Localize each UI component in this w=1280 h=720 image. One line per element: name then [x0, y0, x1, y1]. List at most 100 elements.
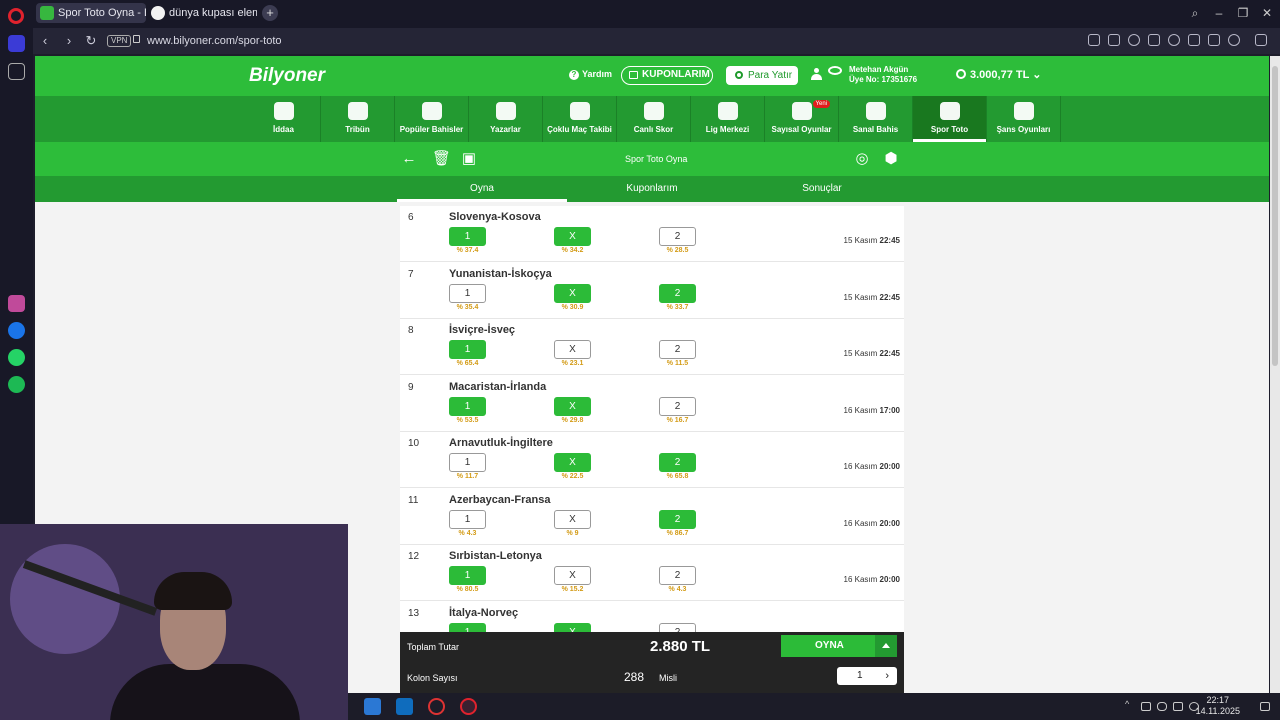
back-icon[interactable]: ‹	[37, 33, 53, 48]
cube-icon[interactable]: ⬢	[883, 151, 899, 167]
opera-gx-icon[interactable]	[428, 698, 445, 715]
refresh-icon[interactable]	[956, 69, 966, 79]
bet-option-x[interactable]: X	[554, 227, 591, 246]
download-icon[interactable]	[1188, 34, 1200, 46]
bet-option-1[interactable]: 1	[449, 566, 486, 585]
bet-option-x[interactable]: X	[554, 453, 591, 472]
help-link[interactable]: ? Yardım	[569, 69, 612, 80]
extensions-icon[interactable]	[1255, 34, 1267, 46]
whatsapp-icon[interactable]	[8, 349, 25, 366]
bet-option-x[interactable]: X	[554, 283, 591, 303]
deposit-icon	[735, 71, 743, 79]
page-scrollbar[interactable]	[1270, 56, 1280, 693]
category-5[interactable]: Çoklu Maç Takibi	[543, 96, 617, 142]
bet-option-1[interactable]: 1	[449, 509, 486, 529]
user-info[interactable]: Metehan Akgün Üye No: 17351676	[849, 65, 917, 85]
messenger-icon[interactable]	[8, 322, 25, 339]
bet-option-2[interactable]: 2	[659, 453, 696, 472]
bet-option-x[interactable]: X	[554, 509, 591, 529]
bet-option-2[interactable]: 2	[659, 283, 696, 303]
tab-label: Spor Toto Oyna - Bilyoner	[58, 7, 146, 19]
oyna-button[interactable]: OYNA	[781, 635, 897, 657]
start-icon[interactable]	[364, 698, 381, 715]
shield-icon[interactable]	[1128, 34, 1140, 46]
user-icon[interactable]	[811, 68, 822, 81]
ticket-icon	[629, 71, 638, 79]
bet-option-x[interactable]: X	[554, 566, 591, 585]
network-icon[interactable]	[1173, 702, 1183, 711]
target-icon[interactable]: ◎	[854, 151, 870, 167]
save-icon[interactable]: ▣	[461, 151, 477, 167]
url-field[interactable]: www.bilyoner.com/spor-toto	[147, 35, 282, 47]
bet-option-x[interactable]: X	[554, 396, 591, 416]
restore-icon[interactable]: ❐	[1235, 6, 1251, 20]
bet-option-1[interactable]: 1	[449, 453, 486, 472]
bet-option-1[interactable]: 1	[449, 227, 486, 246]
profile-icon[interactable]	[1228, 34, 1240, 46]
close-icon[interactable]: ✕	[1259, 6, 1275, 20]
bet-option-1[interactable]: 1	[449, 283, 486, 303]
chevron-up-icon[interactable]	[875, 635, 897, 657]
misli-stepper[interactable]: 1 ›	[837, 667, 897, 685]
bet-option-1[interactable]: 1	[449, 396, 486, 416]
kuponlarim-button[interactable]: KUPONLARIM	[621, 66, 713, 85]
category-1[interactable]: İddaa	[247, 96, 321, 142]
option-percentage: % 15.2	[561, 586, 584, 593]
opera-taskbar-icon[interactable]	[460, 698, 477, 715]
tab-kuponlarim[interactable]: Kuponlarım	[567, 176, 737, 202]
bet-option-2[interactable]: 2	[659, 396, 696, 416]
outlook-icon[interactable]	[396, 698, 413, 715]
scrollbar-thumb[interactable]	[1272, 66, 1278, 366]
mic-tray-icon[interactable]	[1157, 702, 1167, 711]
back-arrow-icon[interactable]: ←	[401, 151, 417, 167]
balance[interactable]: 3.000,77 TL ⌄	[956, 68, 1041, 81]
tab-sonuclar[interactable]: Sonuçlar	[737, 176, 907, 202]
category-6[interactable]: Canlı Skor	[617, 96, 691, 142]
spotify-icon[interactable]	[8, 376, 25, 393]
heart-icon[interactable]	[1168, 34, 1180, 46]
new-tab-button[interactable]: +	[262, 5, 278, 21]
bet-option-2[interactable]: 2	[659, 340, 696, 359]
menu-icon[interactable]	[1208, 34, 1220, 46]
para-yatir-button[interactable]: Para Yatır	[726, 66, 798, 85]
eye-icon[interactable]	[828, 66, 842, 75]
category-11[interactable]: Şans Oyunları	[987, 96, 1061, 142]
bet-option-2[interactable]: 2	[659, 566, 696, 585]
home-icon[interactable]	[8, 35, 25, 52]
forward-icon[interactable]: ›	[61, 33, 77, 48]
search-icon[interactable]: ⌕	[1187, 6, 1203, 21]
bet-option-2[interactable]: 2	[659, 227, 696, 246]
star-icon[interactable]	[8, 63, 25, 80]
edit-icon[interactable]	[1088, 34, 1100, 46]
tray-chevron-icon[interactable]: ^	[1125, 699, 1135, 709]
tab-google-search[interactable]: dünya kupası elemeleri pu	[147, 3, 257, 23]
taskbar-clock[interactable]: 22:17 14.11.2025	[1196, 695, 1240, 717]
tab-oyna[interactable]: Oyna	[397, 176, 567, 202]
tray-app-icon[interactable]	[1141, 702, 1151, 711]
trash-icon[interactable]: 🗑	[432, 151, 451, 167]
category-9[interactable]: Sanal Bahis	[839, 96, 913, 142]
chevron-right-icon[interactable]: ›	[885, 667, 889, 685]
bilyoner-logo[interactable]: Bilyoner	[249, 65, 325, 87]
category-8[interactable]: Sayısal Oyunlar Yeni	[765, 96, 839, 142]
bet-option-x[interactable]: X	[554, 340, 591, 359]
match-row: 6 Slovenya-Kosova 1% 37.4 X% 34.2 2% 28.5 15 …	[400, 206, 904, 262]
lock-icon[interactable]	[133, 35, 140, 43]
play-icon[interactable]	[1148, 34, 1160, 46]
camera-icon[interactable]	[1108, 34, 1120, 46]
category-2[interactable]: Tribün	[321, 96, 395, 142]
opera-logo-icon[interactable]	[8, 8, 24, 24]
category-10[interactable]: Spor Toto	[913, 96, 987, 142]
minimize-icon[interactable]: –	[1211, 6, 1227, 20]
aria-icon[interactable]	[8, 295, 25, 312]
bet-option-2[interactable]: 2	[659, 509, 696, 529]
category-3[interactable]: Popüler Bahisler	[395, 96, 469, 142]
reload-icon[interactable]: ↻	[83, 33, 99, 49]
vpn-badge[interactable]: VPN	[107, 35, 132, 47]
bet-option-1[interactable]: 1	[449, 340, 486, 359]
chevron-down-icon[interactable]: ⌄	[1032, 69, 1041, 81]
notification-icon[interactable]	[1260, 702, 1270, 711]
category-7[interactable]: Lig Merkezi	[691, 96, 765, 142]
tab-spor-toto[interactable]: Spor Toto Oyna - Bilyoner	[36, 3, 146, 23]
category-4[interactable]: Yazarlar	[469, 96, 543, 142]
